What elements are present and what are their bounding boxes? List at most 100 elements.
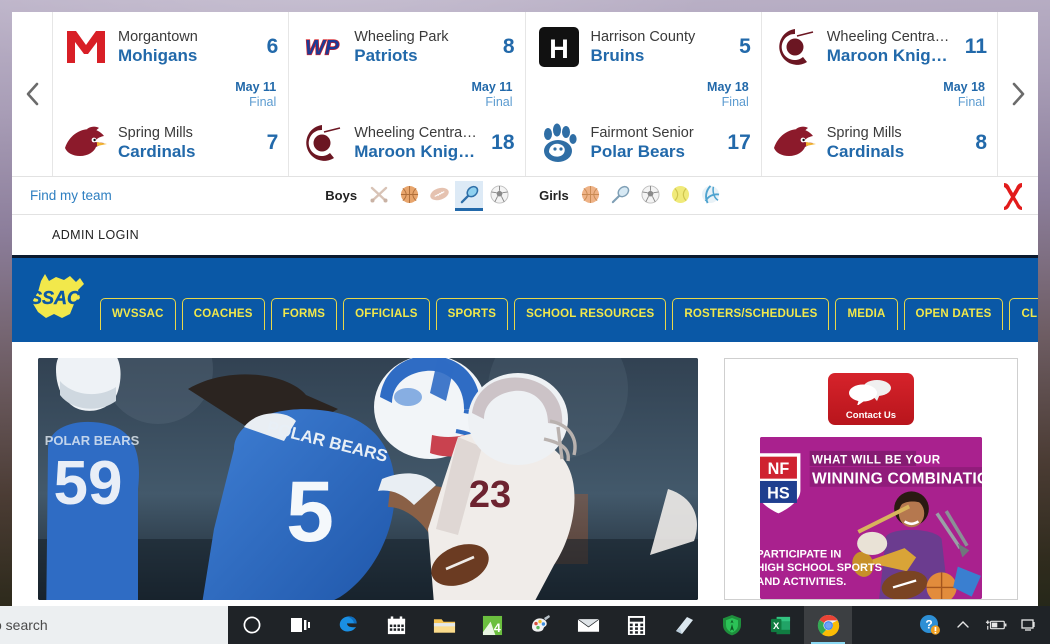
svg-text:PARTICIPATE IN: PARTICIPATE IN xyxy=(760,548,841,560)
harrison-county-h-logo: H xyxy=(536,24,582,70)
excel-icon[interactable]: X xyxy=(756,606,804,644)
page-body: 59 POLAR BEARS 5 POLAR BEARS 23 Contact … xyxy=(12,342,1038,600)
site-nav: SSAC WVSSAC COACHES FORMS OFFICIALS SPOR… xyxy=(12,258,1038,342)
home-team-row: Fairmont Senior Polar Bears 17 xyxy=(536,120,751,166)
away-team-row: Wheeling Central ... Maroon Knights 11 xyxy=(772,24,987,70)
polar-bear-paw-logo xyxy=(536,120,582,166)
paint-icon[interactable] xyxy=(516,606,564,644)
network-icon[interactable] xyxy=(1014,606,1044,644)
scoreboard-game[interactable]: Wheeling Central ... Maroon Knights 11 M… xyxy=(760,12,998,176)
home-team-city: Wheeling Central ... xyxy=(354,125,479,142)
away-team-row: H Harrison County Bruins 5 xyxy=(536,24,751,70)
svg-text:WINNING COMBINATION?: WINNING COMBINATION? xyxy=(812,470,982,487)
svg-text:HS: HS xyxy=(767,484,790,502)
maxpreps-x-logo[interactable] xyxy=(1000,181,1026,211)
taskbar-search-box[interactable]: o search xyxy=(0,606,228,644)
home-team-row: Spring Mills Cardinals 7 xyxy=(63,120,278,166)
task-view-icon[interactable] xyxy=(276,606,324,644)
nav-item-media[interactable]: MEDIA xyxy=(835,298,898,330)
away-team-score: 8 xyxy=(502,35,515,58)
google-chrome-icon[interactable] xyxy=(804,606,852,644)
cortana-icon[interactable] xyxy=(228,606,276,644)
wvssac-logo[interactable]: SSAC xyxy=(12,268,100,336)
svg-text:WP: WP xyxy=(305,37,340,60)
cardinal-head-logo xyxy=(63,120,109,166)
scoreboard-strip: Morgantown Mohigans 6 May 11 Final Sprin… xyxy=(12,12,1038,177)
away-team-names: Wheeling Park Patriots xyxy=(354,29,490,64)
scoreboard-game[interactable]: Morgantown Mohigans 6 May 11 Final Sprin… xyxy=(52,12,288,176)
calendar-icon[interactable] xyxy=(372,606,420,644)
site-nav-items: WVSSAC COACHES FORMS OFFICIALS SPORTS SC… xyxy=(100,298,1038,336)
nav-item-open-dates[interactable]: OPEN DATES xyxy=(903,298,1004,330)
contact-us-button[interactable]: Contact Us xyxy=(828,373,914,425)
svg-text:H: H xyxy=(549,34,569,64)
find-my-team-link[interactable]: Find my team xyxy=(30,188,112,203)
basketball-icon[interactable] xyxy=(395,181,423,211)
svg-text:4: 4 xyxy=(493,621,500,635)
soccer-icon[interactable] xyxy=(637,181,665,211)
nav-item-officials[interactable]: OFFICIALS xyxy=(343,298,430,330)
home-team-city: Spring Mills xyxy=(118,125,193,142)
green-4-app-icon[interactable]: 4 xyxy=(468,606,516,644)
battery-charging-icon[interactable] xyxy=(981,606,1011,644)
nav-item-coaches[interactable]: COACHES xyxy=(181,298,265,330)
admin-login-link[interactable]: ADMIN LOGIN xyxy=(52,228,139,242)
nav-item-rosters-schedules[interactable]: ROSTERS/SCHEDULES xyxy=(672,298,830,330)
taskbar-app-icons: 4 X xyxy=(228,606,852,644)
antivirus-shield-icon[interactable] xyxy=(708,606,756,644)
nav-item-wvssac[interactable]: WVSSAC xyxy=(100,298,176,330)
sidebar-box: Contact Us NF HS WHAT WILL BE YOUR WINNI… xyxy=(724,358,1018,600)
site-nav-bar: SSAC WVSSAC COACHES FORMS OFFICIALS SPOR… xyxy=(12,255,1038,342)
lacrosse-icon[interactable] xyxy=(455,180,484,211)
nav-item-forms[interactable]: FORMS xyxy=(270,298,338,330)
football-icon[interactable] xyxy=(425,181,453,211)
help-question-icon[interactable]: ? xyxy=(915,606,945,644)
sticky-notes-icon[interactable] xyxy=(660,606,708,644)
home-team-city: Spring Mills xyxy=(826,125,902,142)
away-team-mascot: Mohigans xyxy=(118,45,198,65)
boys-label: Boys xyxy=(325,188,358,203)
soccer-icon[interactable] xyxy=(485,181,513,211)
home-team-names: Fairmont Senior Polar Bears xyxy=(591,125,715,160)
nav-item-clinics[interactable]: CLINICS xyxy=(1009,298,1038,330)
volleyball-icon[interactable] xyxy=(697,181,725,211)
show-hidden-icons-chevron[interactable] xyxy=(948,606,978,644)
nav-item-school-resources[interactable]: SCHOOL RESOURCES xyxy=(514,298,667,330)
scoreboard-games: Morgantown Mohigans 6 May 11 Final Sprin… xyxy=(52,12,998,176)
girls-sports-group: Girls xyxy=(539,181,725,211)
microsoft-edge-icon[interactable] xyxy=(324,606,372,644)
scoreboard-prev-arrow[interactable] xyxy=(12,12,52,176)
svg-text:59: 59 xyxy=(54,449,123,518)
basketball-icon[interactable] xyxy=(577,181,605,211)
mail-icon[interactable] xyxy=(564,606,612,644)
game-date: May 18 xyxy=(707,79,749,94)
home-team-row: Spring Mills Cardinals 8 xyxy=(772,120,987,166)
svg-text:POLAR BEARS: POLAR BEARS xyxy=(45,433,140,448)
away-team-mascot: Maroon Knights xyxy=(826,45,952,65)
game-status: Final xyxy=(249,95,277,109)
scoreboard-game[interactable]: H Harrison County Bruins 5 May 18 Final xyxy=(524,12,761,176)
cardinal-head-logo xyxy=(772,120,818,166)
scoreboard-next-arrow[interactable] xyxy=(998,12,1038,176)
game-meta: May 18 Final xyxy=(536,79,751,112)
home-team-score: 8 xyxy=(975,131,987,154)
svg-text:SSAC: SSAC xyxy=(30,288,81,308)
softball-icon[interactable] xyxy=(667,181,695,211)
contact-us-label: Contact Us xyxy=(845,410,897,421)
nfhs-winning-combination-ad[interactable]: NF HS WHAT WILL BE YOUR WINNING COMBINAT… xyxy=(760,437,982,599)
scoreboard-game[interactable]: WP Wheeling Park Patriots 8 May 11 Final xyxy=(288,12,524,176)
right-sidebar: Contact Us NF HS WHAT WILL BE YOUR WINNI… xyxy=(724,358,1018,600)
game-meta: May 18 Final xyxy=(772,79,987,112)
away-team-names: Morgantown Mohigans xyxy=(118,29,254,64)
lacrosse-icon[interactable] xyxy=(607,181,635,211)
morgantown-m-logo xyxy=(63,24,109,70)
calculator-icon[interactable] xyxy=(612,606,660,644)
svg-text:5: 5 xyxy=(286,464,334,560)
wheeling-park-wp-logo: WP xyxy=(299,24,345,70)
baseball-icon[interactable] xyxy=(365,181,393,211)
football-action-photo: 59 POLAR BEARS 5 POLAR BEARS 23 xyxy=(38,358,698,600)
file-explorer-icon[interactable] xyxy=(420,606,468,644)
nav-item-sports[interactable]: SPORTS xyxy=(435,298,509,330)
browser-content-area: Morgantown Mohigans 6 May 11 Final Sprin… xyxy=(12,12,1038,606)
svg-text:NF: NF xyxy=(768,460,790,478)
